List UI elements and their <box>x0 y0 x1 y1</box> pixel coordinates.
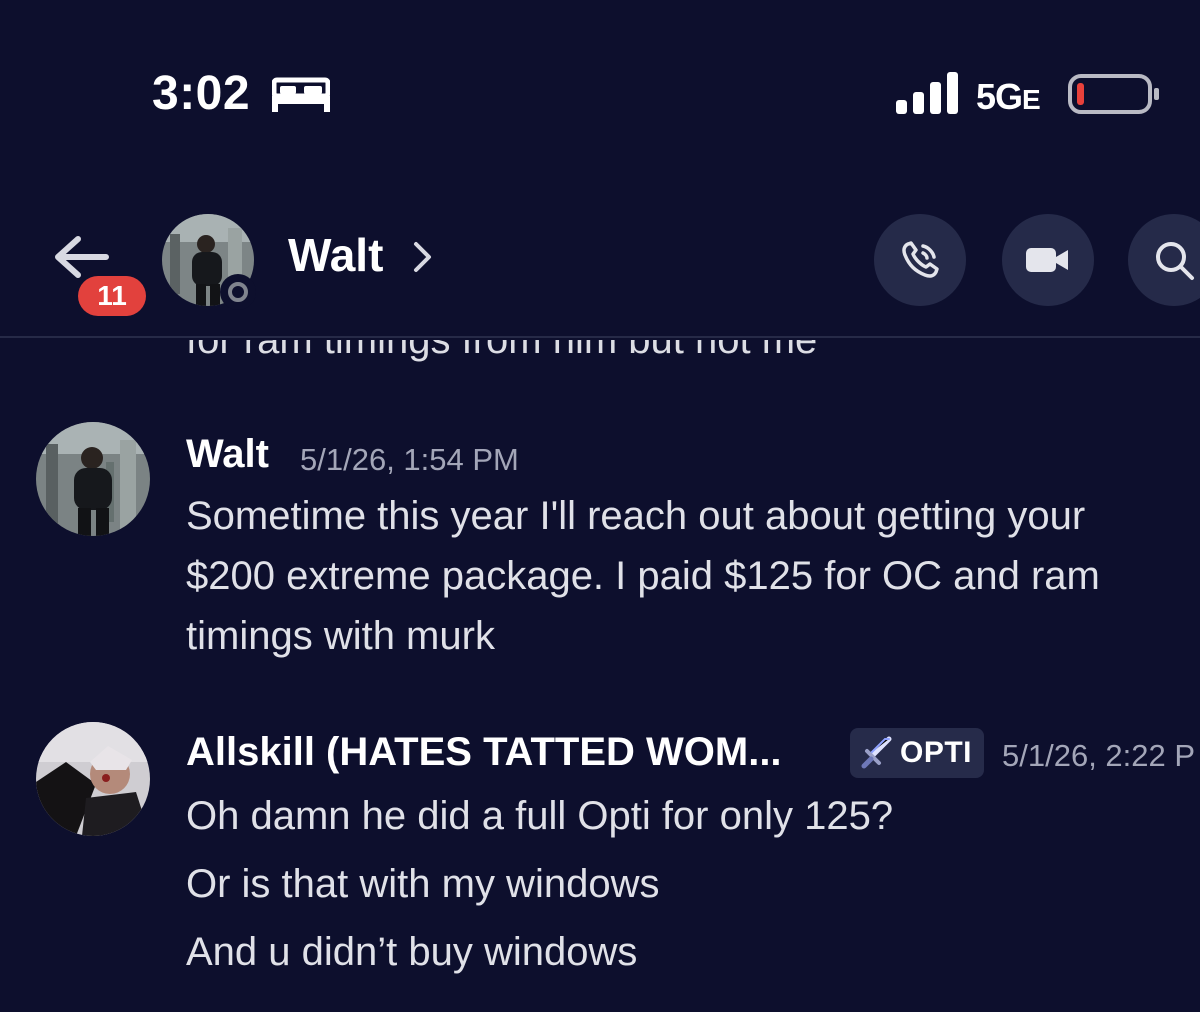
avatar-photo <box>36 722 150 836</box>
message-timestamp: 5/1/26, 1:54 PM <box>300 442 519 477</box>
presence-offline-icon <box>220 274 256 310</box>
phone-call-icon <box>902 241 939 278</box>
contact-name[interactable]: Walt <box>288 228 383 282</box>
message-timestamp: 5/1/26, 2:22 P <box>1002 738 1196 773</box>
chat-screen: 3:02 5GE 11 Walt for ram timings from hi… <box>0 0 1200 1012</box>
network-type: 5G <box>976 76 1023 117</box>
battery-low-icon <box>1068 74 1159 114</box>
bed-icon <box>272 77 330 112</box>
avatar[interactable] <box>36 422 150 536</box>
header-divider <box>0 336 1200 338</box>
sword-icon <box>861 736 892 769</box>
video-call-button[interactable] <box>1002 214 1094 306</box>
network-suffix: E <box>1022 84 1041 115</box>
message-author[interactable]: Allskill (HATES TATTED WOM... <box>186 730 782 775</box>
role-tag[interactable]: OPTI <box>850 728 985 778</box>
role-tag-label: OPTI <box>900 736 973 769</box>
status-time: 3:02 <box>152 67 251 120</box>
search-button[interactable] <box>1128 214 1200 306</box>
voice-call-button[interactable] <box>874 214 966 306</box>
search-icon <box>1156 242 1194 280</box>
message-author[interactable]: Walt <box>186 432 269 477</box>
partial-message-text: for ram timings from him but not me <box>186 340 818 362</box>
unread-badge: 11 <box>78 276 146 316</box>
network-indicator: 5GE <box>976 76 1041 118</box>
avatar-photo <box>36 422 150 536</box>
message-line: And u didn’t buy windows <box>186 930 638 974</box>
message-line: Oh damn he did a full Opti for only 125? <box>186 794 894 838</box>
cellular-signal-icon <box>896 72 958 114</box>
chat-header: 11 Walt <box>0 200 1200 336</box>
message-line: timings with murk <box>186 614 495 658</box>
message-line: $200 extreme package. I paid $125 for OC… <box>186 554 1100 598</box>
chevron-right-icon[interactable] <box>412 240 434 274</box>
message-line: Or is that with my windows <box>186 862 660 906</box>
video-camera-icon <box>1026 248 1068 272</box>
back-arrow-icon[interactable] <box>52 234 110 280</box>
partial-message: for ram timings from him but not me <box>186 340 986 364</box>
message-line: Sometime this year I'll reach out about … <box>186 494 1086 538</box>
avatar[interactable] <box>36 722 150 836</box>
